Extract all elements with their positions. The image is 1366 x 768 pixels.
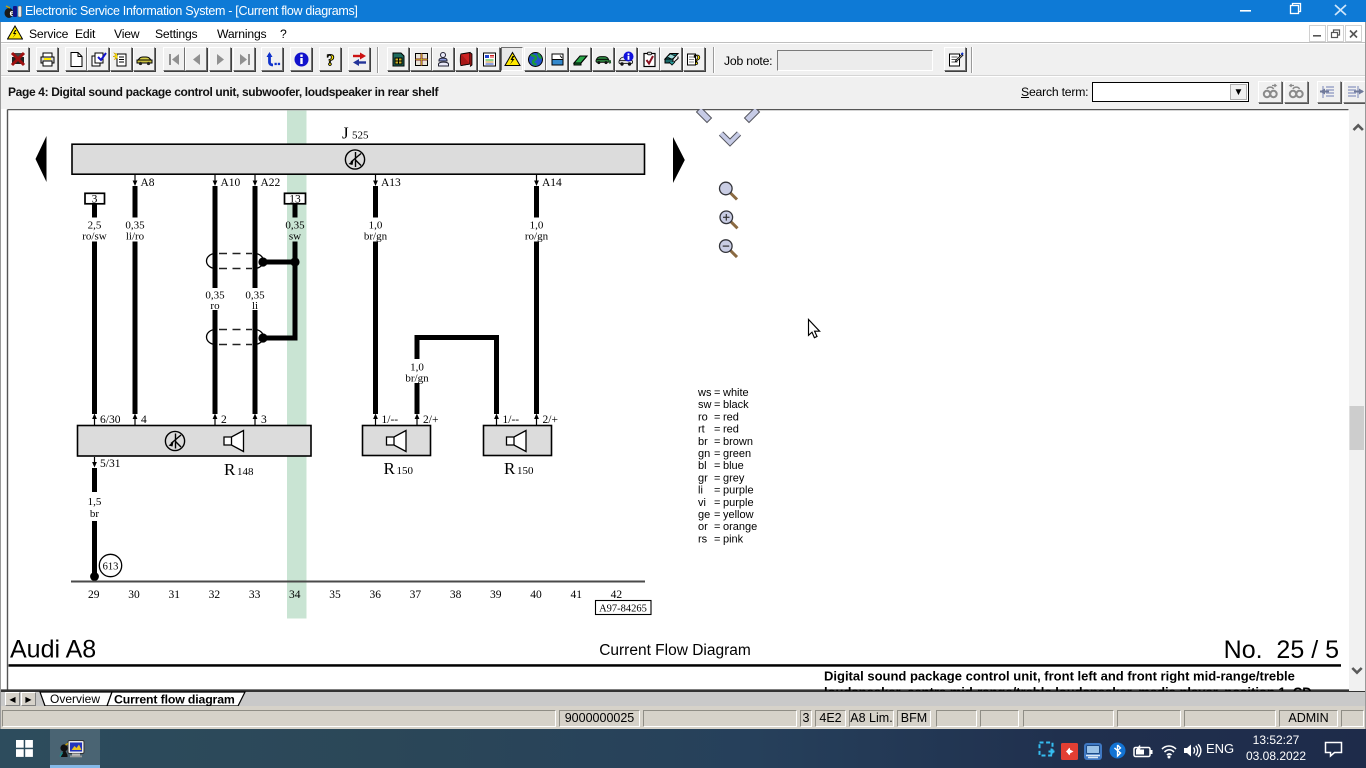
svg-text:?: ? (694, 53, 701, 69)
svg-text:J: J (342, 124, 349, 143)
svg-text:=: = (714, 436, 720, 448)
svg-text:13: 13 (289, 193, 301, 205)
svg-text:=: = (714, 497, 720, 509)
svg-text:R: R (224, 460, 236, 479)
svg-text:1/--: 1/-- (382, 414, 399, 426)
svg-text:vi: vi (698, 497, 706, 509)
svg-text:R: R (504, 459, 516, 478)
svg-text:=: = (714, 509, 720, 521)
svg-text:3: 3 (261, 414, 267, 426)
svg-text:525: 525 (352, 130, 369, 142)
svg-text:29: 29 (88, 589, 100, 601)
svg-text:ws: ws (697, 387, 712, 399)
svg-text:=: = (714, 472, 720, 484)
svg-text:1,5: 1,5 (88, 496, 102, 508)
svg-text:br/gn: br/gn (364, 231, 388, 243)
svg-text:purple: purple (723, 485, 754, 497)
svg-text:Current flow diagram: Current flow diagram (114, 693, 235, 707)
svg-text:1/--: 1/-- (503, 414, 520, 426)
svg-text:2/+: 2/+ (423, 414, 438, 426)
svg-text:35: 35 (329, 589, 341, 601)
svg-text:R: R (384, 459, 396, 478)
svg-text:A8: A8 (141, 177, 155, 189)
svg-text:pink: pink (723, 533, 744, 545)
svg-text:33: 33 (249, 589, 261, 601)
svg-text:br: br (698, 436, 708, 448)
svg-text:ro/sw: ro/sw (82, 231, 107, 243)
svg-text:red: red (723, 411, 739, 423)
svg-text:green: green (723, 448, 751, 460)
svg-text:38: 38 (450, 589, 462, 601)
svg-text:rt: rt (698, 424, 705, 436)
svg-text:6/30: 6/30 (100, 414, 121, 426)
svg-text:2/+: 2/+ (543, 414, 558, 426)
svg-text:=: = (714, 485, 720, 497)
svg-text:ro: ro (210, 300, 220, 312)
svg-text:37: 37 (410, 589, 422, 601)
svg-text:ro/gn: ro/gn (525, 231, 549, 243)
svg-text:li/ro: li/ro (126, 231, 145, 243)
svg-text:613: 613 (103, 562, 119, 573)
svg-text:=: = (714, 521, 720, 533)
svg-text:=: = (714, 411, 720, 423)
svg-text:39: 39 (490, 589, 502, 601)
svg-text:red: red (723, 424, 739, 436)
svg-text:gn: gn (698, 448, 710, 460)
svg-text:rs: rs (698, 533, 708, 545)
svg-text:42: 42 (611, 589, 623, 601)
svg-text:ge: ge (698, 509, 710, 521)
svg-text:A14: A14 (542, 177, 562, 189)
svg-text:Audi A8: Audi A8 (10, 636, 96, 664)
svg-text:=: = (714, 399, 720, 411)
svg-text:gr: gr (698, 472, 708, 484)
svg-text:Current Flow Diagram: Current Flow Diagram (599, 642, 751, 659)
svg-text:blue: blue (723, 460, 744, 472)
svg-text:or: or (698, 521, 708, 533)
svg-text:3: 3 (92, 193, 98, 205)
svg-text:li: li (698, 485, 703, 497)
svg-text:150: 150 (397, 465, 414, 477)
svg-text:=: = (714, 460, 720, 472)
svg-text:41: 41 (570, 589, 582, 601)
svg-text:=: = (714, 387, 720, 399)
svg-text:32: 32 (209, 589, 221, 601)
svg-text:ro: ro (698, 411, 708, 423)
svg-text:Digital sound package control: Digital sound package control unit, fron… (824, 669, 1295, 684)
svg-text:yellow: yellow (723, 509, 754, 521)
svg-text:brown: brown (723, 436, 753, 448)
svg-text:Overview: Overview (50, 692, 100, 706)
svg-text:=: = (714, 533, 720, 545)
svg-text:5/31: 5/31 (100, 458, 121, 470)
svg-text:A97-84265: A97-84265 (599, 604, 647, 615)
svg-text:40: 40 (530, 589, 542, 601)
svg-text:=: = (714, 424, 720, 436)
svg-text:li: li (252, 300, 258, 312)
svg-text:No. 25 / 5: No. 25 / 5 (1224, 636, 1339, 664)
svg-text:A13: A13 (381, 177, 401, 189)
svg-text:4: 4 (141, 414, 147, 426)
svg-text:=: = (714, 448, 720, 460)
svg-text:grey: grey (723, 472, 745, 484)
svg-text:148: 148 (237, 466, 254, 478)
svg-text:2: 2 (221, 414, 227, 426)
svg-text:36: 36 (369, 589, 381, 601)
svg-text:br/gn: br/gn (405, 373, 429, 385)
svg-text:?: ? (326, 51, 335, 68)
svg-text:sw: sw (698, 399, 712, 411)
svg-text:34: 34 (289, 589, 301, 601)
svg-text:purple: purple (723, 497, 754, 509)
svg-text:white: white (722, 387, 749, 399)
svg-text:sw: sw (289, 231, 301, 243)
svg-text:A10: A10 (221, 177, 241, 189)
svg-text:150: 150 (517, 465, 534, 477)
svg-text:orange: orange (723, 521, 757, 533)
svg-text:A22: A22 (261, 177, 281, 189)
svg-text:bl: bl (698, 460, 707, 472)
svg-text:31: 31 (168, 589, 180, 601)
svg-text:black: black (723, 399, 749, 411)
svg-text:30: 30 (128, 589, 140, 601)
svg-text:br: br (90, 508, 100, 520)
